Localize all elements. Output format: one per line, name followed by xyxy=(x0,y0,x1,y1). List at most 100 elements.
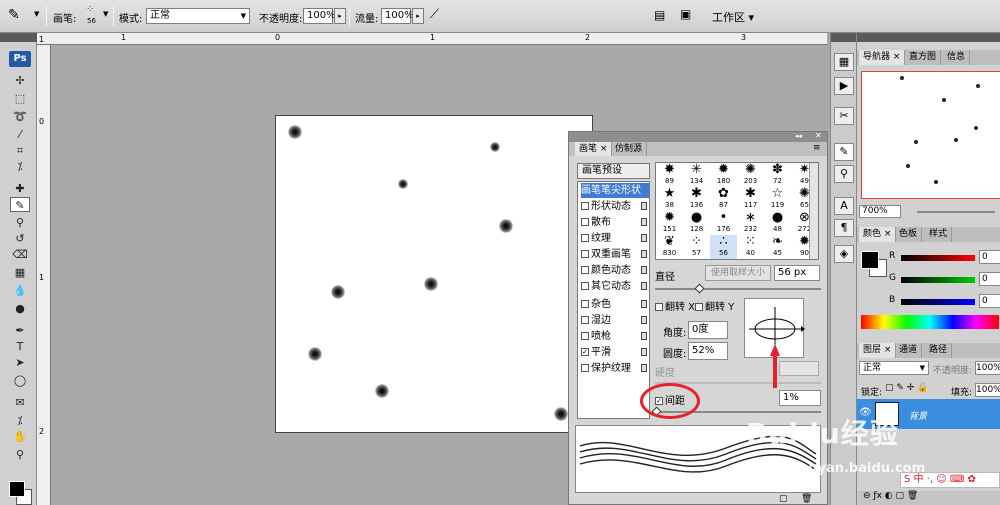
workspace-menu[interactable]: 工作区 ▾ xyxy=(712,9,754,25)
tool-presets-icon[interactable]: ▣ xyxy=(680,7,691,21)
quick-select-tool-icon[interactable]: ⁄ xyxy=(10,127,30,142)
list-item-protect-texture[interactable]: 保护纹理 xyxy=(581,361,649,376)
tab-layers[interactable]: 图层 × xyxy=(859,343,897,358)
opacity-slider-button[interactable]: ▸ xyxy=(334,8,346,24)
brush-tip[interactable]: ∗ 232 xyxy=(737,211,764,235)
checkbox[interactable] xyxy=(695,303,703,311)
brush-tip[interactable]: • 176 xyxy=(710,211,737,235)
shape-tool-icon[interactable]: ◯ xyxy=(10,373,30,388)
document-canvas[interactable] xyxy=(275,115,593,433)
close-icon[interactable]: ✕ xyxy=(815,131,822,140)
tab-navigator[interactable]: 导航器 × xyxy=(859,50,906,65)
foreground-color-swatch[interactable] xyxy=(9,481,25,497)
history-panel-icon[interactable]: ▦ xyxy=(834,53,854,71)
blur-tool-icon[interactable]: 💧 xyxy=(10,283,30,298)
eraser-tool-icon[interactable]: ⌫ xyxy=(10,247,30,262)
ime-toolbar[interactable]: S 中 ·, ☺ ⌨ ✿ xyxy=(900,472,1000,488)
path-select-tool-icon[interactable]: ➤ xyxy=(10,355,30,370)
spacing-input[interactable]: 1% xyxy=(779,390,821,406)
eyedropper-tool-icon[interactable]: ⁒ xyxy=(10,159,30,174)
flow-input[interactable]: 100% xyxy=(381,8,414,24)
tool-presets-panel-icon[interactable]: ✂ xyxy=(834,107,854,125)
brush-panel-toggle-icon[interactable]: ▤ xyxy=(654,8,665,22)
checkbox[interactable] xyxy=(581,250,589,258)
marquee-tool-icon[interactable]: ⬚ xyxy=(10,91,30,106)
checkbox[interactable] xyxy=(581,316,589,324)
brush-tip[interactable]: ❦ 830 xyxy=(656,235,683,259)
checkbox[interactable] xyxy=(655,303,663,311)
checkbox[interactable] xyxy=(581,300,589,308)
tab-channels[interactable]: 通道 xyxy=(895,343,923,358)
chevron-down-icon[interactable]: ▼ xyxy=(34,10,39,18)
tab-swatches[interactable]: 色板 xyxy=(895,227,923,242)
move-tool-icon[interactable]: ✢ xyxy=(10,73,30,88)
collapse-icon[interactable]: ◂◂ xyxy=(795,132,802,140)
list-item-noise[interactable]: 杂色 xyxy=(581,297,649,312)
hand-tool-icon[interactable]: ✋ xyxy=(10,429,30,444)
brush-tip[interactable]: ✸ 89 xyxy=(656,163,683,187)
lock-icons[interactable]: ▢ ✎ ✢ 🔒 xyxy=(885,383,928,393)
character-panel-icon[interactable]: A xyxy=(834,197,854,215)
foreground-color-swatch[interactable] xyxy=(861,251,879,269)
paragraph-panel-icon[interactable]: ¶ xyxy=(834,219,854,237)
list-item-wet-edges[interactable]: 湿边 xyxy=(581,313,649,328)
brush-tip[interactable]: ⁘ 57 xyxy=(683,235,710,259)
color-spectrum[interactable] xyxy=(861,315,999,329)
list-item-dual-brush[interactable]: 双重画笔 xyxy=(581,247,649,262)
brush-tip[interactable]: ✹ 151 xyxy=(656,211,683,235)
checkbox[interactable] xyxy=(581,282,589,290)
blue-slider[interactable] xyxy=(901,299,975,305)
flip-x-checkbox[interactable]: 翻转 X xyxy=(655,298,695,313)
gradient-tool-icon[interactable]: ▦ xyxy=(10,265,30,280)
styles-panel-icon[interactable]: ◈ xyxy=(834,245,854,263)
list-item-other-dynamics[interactable]: 其它动态 xyxy=(581,279,649,294)
list-item-color-dynamics[interactable]: 颜色动态 xyxy=(581,263,649,278)
brush-tip[interactable]: ● 48 xyxy=(764,211,791,235)
brush-tip[interactable]: ✱ 136 xyxy=(683,187,710,211)
brush-tip[interactable]: ✹ 180 xyxy=(710,163,737,187)
healing-tool-icon[interactable]: ✚ xyxy=(10,181,30,196)
checkbox-checked[interactable]: ✓ xyxy=(581,348,589,356)
blend-mode-select[interactable]: 正常 ▼ xyxy=(859,361,929,375)
green-slider[interactable] xyxy=(901,277,975,283)
crop-tool-icon[interactable]: ⌗ xyxy=(10,143,30,158)
brush-tip[interactable]: ❧ 45 xyxy=(764,235,791,259)
pen-tool-icon[interactable]: ✒ xyxy=(10,323,30,338)
checkbox[interactable] xyxy=(581,218,589,226)
angle-input[interactable]: 0度 xyxy=(688,321,728,339)
new-brush-icon[interactable]: ▢ xyxy=(779,494,788,504)
type-tool-icon[interactable]: T xyxy=(10,339,30,354)
tab-color[interactable]: 颜色 × xyxy=(859,227,897,242)
brush-preset-picker[interactable]: ⁘ 56 xyxy=(83,4,105,28)
brush-tip[interactable]: ✿ 87 xyxy=(710,187,737,211)
chevron-down-icon[interactable]: ▼ xyxy=(103,10,108,18)
layer-opacity-input[interactable]: 100% xyxy=(975,361,1000,375)
dodge-tool-icon[interactable]: ● xyxy=(10,301,30,316)
zoom-tool-icon[interactable]: ⚲ xyxy=(10,447,30,462)
opacity-input[interactable]: 100% xyxy=(303,8,336,24)
red-slider[interactable] xyxy=(901,255,975,261)
mode-select[interactable]: 正常 xyxy=(146,8,250,24)
blue-value-input[interactable]: 0 xyxy=(979,294,1000,308)
eyedropper-icon[interactable]: ⁒ xyxy=(10,413,30,428)
list-item-brush-tip-shape[interactable]: 画笔笔尖形状 xyxy=(581,183,649,198)
brush-tip[interactable]: ✳ 134 xyxy=(683,163,710,187)
zoom-field[interactable]: 700% xyxy=(859,205,901,218)
lasso-tool-icon[interactable]: ➰ xyxy=(10,109,30,124)
list-item-texture[interactable]: 纹理 xyxy=(581,231,649,246)
diameter-input[interactable]: 56 px xyxy=(774,265,820,281)
tab-histogram[interactable]: 直方图 xyxy=(905,50,942,65)
list-item-airbrush[interactable]: 喷枪 xyxy=(581,329,649,344)
fill-input[interactable]: 100% xyxy=(975,383,1000,397)
brush-tip[interactable]: ∴ 56 xyxy=(710,235,737,259)
stamp-tool-icon[interactable]: ⚲ xyxy=(10,215,30,230)
tab-clone-source[interactable]: 仿制源 xyxy=(611,142,648,156)
green-value-input[interactable]: 0 xyxy=(979,272,1000,286)
brush-presets-button[interactable]: 画笔预设 xyxy=(577,163,650,179)
use-sample-size-button[interactable]: 使用取样大小 xyxy=(705,265,771,281)
checkbox[interactable] xyxy=(581,234,589,242)
history-brush-tool-icon[interactable]: ↺ xyxy=(10,231,30,246)
brush-tool-icon[interactable]: ✎ xyxy=(10,197,30,212)
brush-tip[interactable]: ☆ 119 xyxy=(764,187,791,211)
navigator-preview[interactable] xyxy=(861,71,1000,199)
